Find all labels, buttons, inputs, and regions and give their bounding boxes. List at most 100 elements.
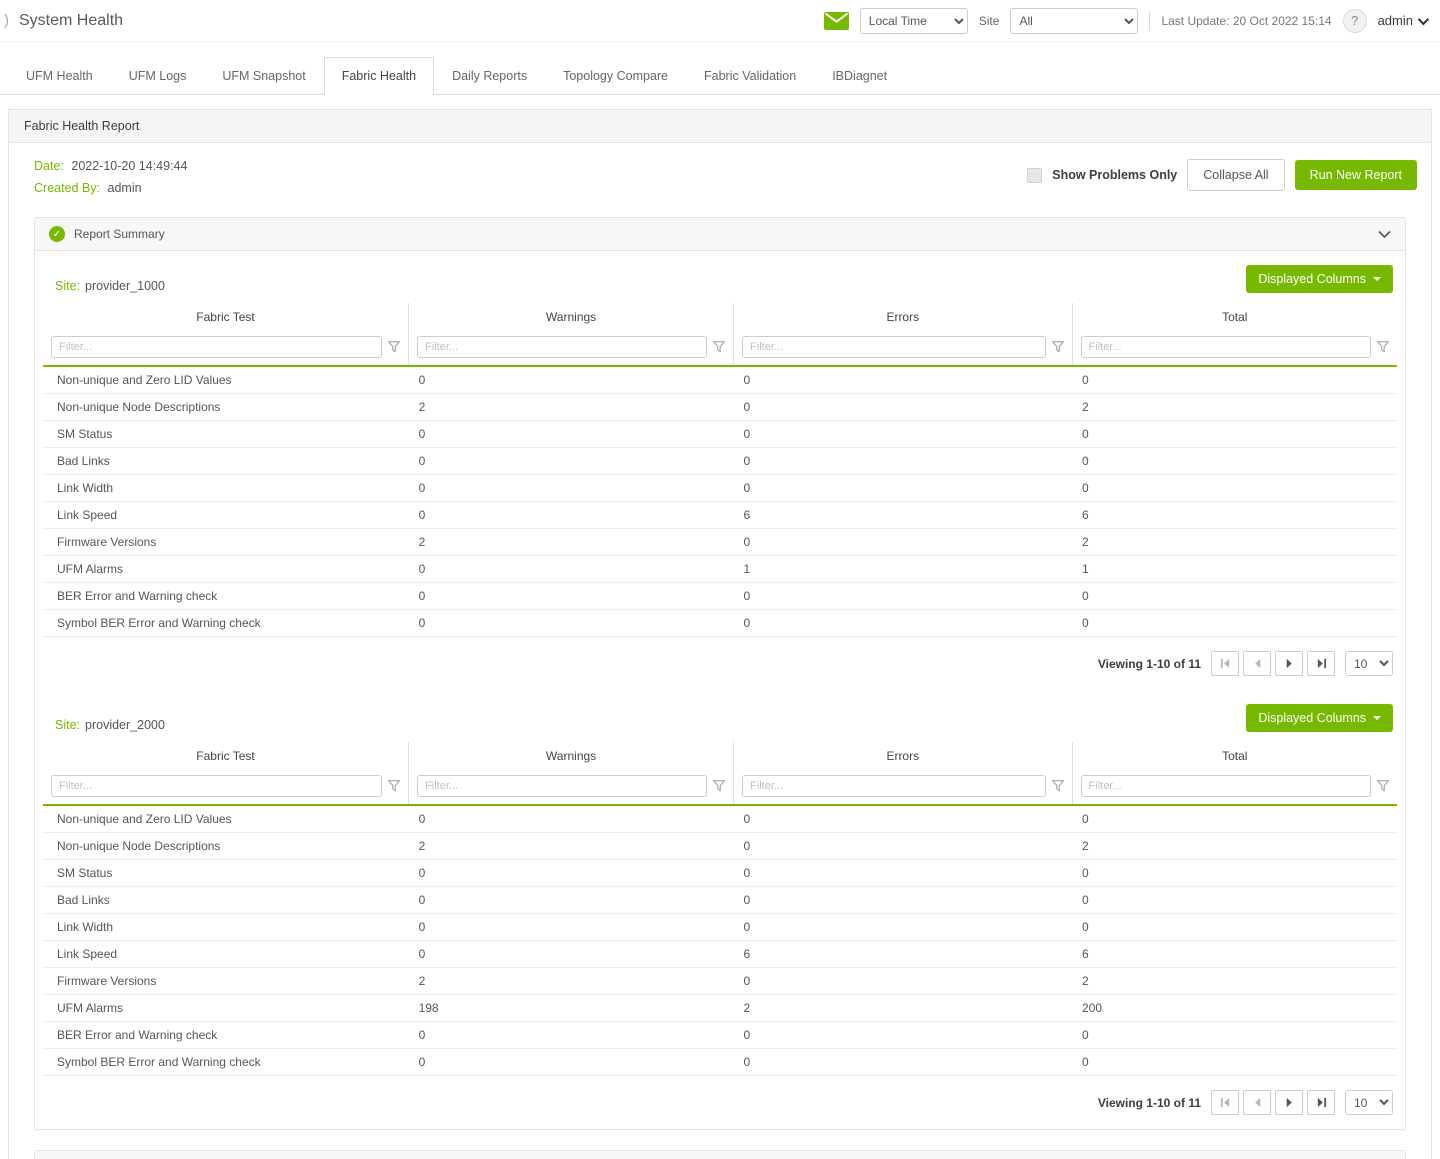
collapse-all-button[interactable]: Collapse All <box>1187 159 1284 191</box>
value-cell: 0 <box>734 887 1073 914</box>
tab-ufm-health[interactable]: UFM Health <box>8 57 111 94</box>
value-cell: 0 <box>409 941 734 968</box>
show-problems-checkbox[interactable] <box>1027 168 1042 183</box>
table-row[interactable]: Symbol BER Error and Warning check000 <box>43 610 1397 637</box>
value-cell: 0 <box>734 805 1073 833</box>
column-header-errors[interactable]: Errors <box>734 742 1073 770</box>
filter-input[interactable] <box>417 336 707 358</box>
filter-input[interactable] <box>742 775 1046 797</box>
table-row[interactable]: Bad Links000 <box>43 887 1397 914</box>
first-page-button[interactable] <box>1211 1090 1239 1115</box>
table-row[interactable]: Link Width000 <box>43 914 1397 941</box>
page-size-select[interactable]: 10 <box>1345 1090 1393 1115</box>
site-filter-label: Site <box>979 14 1000 28</box>
value-cell: 0 <box>1072 887 1397 914</box>
filter-input[interactable] <box>1081 775 1371 797</box>
sidebar-collapse-icon[interactable]: ) <box>4 12 9 29</box>
report-summary-header[interactable]: ✓ Report Summary <box>35 218 1405 251</box>
fabric-test-cell: Symbol BER Error and Warning check <box>43 1049 409 1076</box>
table-row[interactable]: Non-unique Node Descriptions202 <box>43 833 1397 860</box>
table-row[interactable]: Non-unique Node Descriptions202 <box>43 394 1397 421</box>
table-row[interactable]: Bad Links000 <box>43 448 1397 475</box>
column-header-total[interactable]: Total <box>1072 742 1397 770</box>
user-menu[interactable]: admin <box>1378 13 1426 28</box>
tab-daily-reports[interactable]: Daily Reports <box>434 57 545 94</box>
table-row[interactable]: Firmware Versions202 <box>43 968 1397 995</box>
filter-funnel-icon[interactable] <box>1052 780 1064 792</box>
column-header-fabric-test[interactable]: Fabric Test <box>43 742 409 770</box>
site-filter-select[interactable]: All <box>1010 8 1138 34</box>
mail-icon[interactable] <box>824 12 849 30</box>
filter-funnel-icon[interactable] <box>1052 341 1064 353</box>
filter-input[interactable] <box>1081 336 1371 358</box>
next-page-button[interactable] <box>1275 651 1303 676</box>
tab-fabric-health[interactable]: Fabric Health <box>324 57 434 95</box>
value-cell: 200 <box>1072 995 1397 1022</box>
content-frame: Fabric Health Report Date: 2022-10-20 14… <box>8 109 1432 1159</box>
filter-row <box>43 770 1397 805</box>
value-cell: 0 <box>1072 583 1397 610</box>
table-row[interactable]: Link Speed066 <box>43 502 1397 529</box>
value-cell: 0 <box>1072 860 1397 887</box>
tab-bar: UFM Health UFM Logs UFM Snapshot Fabric … <box>0 55 1440 95</box>
table-row[interactable]: BER Error and Warning check000 <box>43 1022 1397 1049</box>
value-cell: 0 <box>734 1049 1073 1076</box>
table-row[interactable]: UFM Alarms1982200 <box>43 995 1397 1022</box>
next-page-button[interactable] <box>1275 1090 1303 1115</box>
filter-funnel-icon[interactable] <box>713 780 725 792</box>
filter-funnel-icon[interactable] <box>713 341 725 353</box>
run-new-report-button[interactable]: Run New Report <box>1295 160 1417 190</box>
table-row[interactable]: Link Speed066 <box>43 941 1397 968</box>
tab-ibdiagnet[interactable]: IBDiagnet <box>814 57 905 94</box>
table-row[interactable]: SM Status000 <box>43 860 1397 887</box>
column-header-warnings[interactable]: Warnings <box>409 742 734 770</box>
tab-fabric-validation[interactable]: Fabric Validation <box>686 57 814 94</box>
fabric-test-cell: UFM Alarms <box>43 556 409 583</box>
filter-funnel-icon[interactable] <box>1377 780 1389 792</box>
displayed-columns-button[interactable]: Displayed Columns <box>1246 704 1393 732</box>
show-problems-label: Show Problems Only <box>1052 168 1177 182</box>
page-size-select[interactable]: 10 <box>1345 651 1393 676</box>
value-cell: 2 <box>1072 968 1397 995</box>
value-cell: 0 <box>734 1022 1073 1049</box>
last-page-button[interactable] <box>1307 651 1335 676</box>
value-cell: 0 <box>734 610 1073 637</box>
displayed-columns-button[interactable]: Displayed Columns <box>1246 265 1393 293</box>
help-icon[interactable]: ? <box>1343 9 1367 33</box>
chevron-down-icon[interactable] <box>1378 230 1391 239</box>
table-row[interactable]: BER Error and Warning check000 <box>43 583 1397 610</box>
table-row[interactable]: Non-unique and Zero LID Values000 <box>43 805 1397 833</box>
column-header-total[interactable]: Total <box>1072 303 1397 331</box>
fabric-test-cell: BER Error and Warning check <box>43 583 409 610</box>
filter-funnel-icon[interactable] <box>388 341 400 353</box>
value-cell: 0 <box>1072 421 1397 448</box>
first-page-button[interactable] <box>1211 651 1239 676</box>
table-row[interactable]: Firmware Versions202 <box>43 529 1397 556</box>
table-row[interactable]: Symbol BER Error and Warning check000 <box>43 1049 1397 1076</box>
table-row[interactable]: SM Status000 <box>43 421 1397 448</box>
prev-page-button[interactable] <box>1243 1090 1271 1115</box>
last-page-button[interactable] <box>1307 1090 1335 1115</box>
column-header-errors[interactable]: Errors <box>734 303 1073 331</box>
table-row[interactable]: UFM Alarms011 <box>43 556 1397 583</box>
value-cell: 0 <box>734 366 1073 394</box>
filter-input[interactable] <box>51 336 382 358</box>
filter-input[interactable] <box>417 775 707 797</box>
tab-ufm-logs[interactable]: UFM Logs <box>111 57 205 94</box>
filter-funnel-icon[interactable] <box>1377 341 1389 353</box>
value-cell: 1 <box>1072 556 1397 583</box>
timezone-select[interactable]: Local Time <box>860 8 968 34</box>
filter-funnel-icon[interactable] <box>388 780 400 792</box>
filter-input[interactable] <box>51 775 382 797</box>
tab-topology-compare[interactable]: Topology Compare <box>545 57 686 94</box>
fabric-summary-header[interactable]: ✓ Fabric Summary <box>35 1151 1405 1159</box>
table-row[interactable]: Non-unique and Zero LID Values000 <box>43 366 1397 394</box>
filter-input[interactable] <box>742 336 1046 358</box>
column-header-fabric-test[interactable]: Fabric Test <box>43 303 409 331</box>
viewing-text: Viewing 1-10 of 11 <box>1098 1096 1201 1110</box>
column-header-warnings[interactable]: Warnings <box>409 303 734 331</box>
prev-page-button[interactable] <box>1243 651 1271 676</box>
tab-ufm-snapshot[interactable]: UFM Snapshot <box>204 57 323 94</box>
fabric-test-cell: Link Width <box>43 475 409 502</box>
table-row[interactable]: Link Width000 <box>43 475 1397 502</box>
